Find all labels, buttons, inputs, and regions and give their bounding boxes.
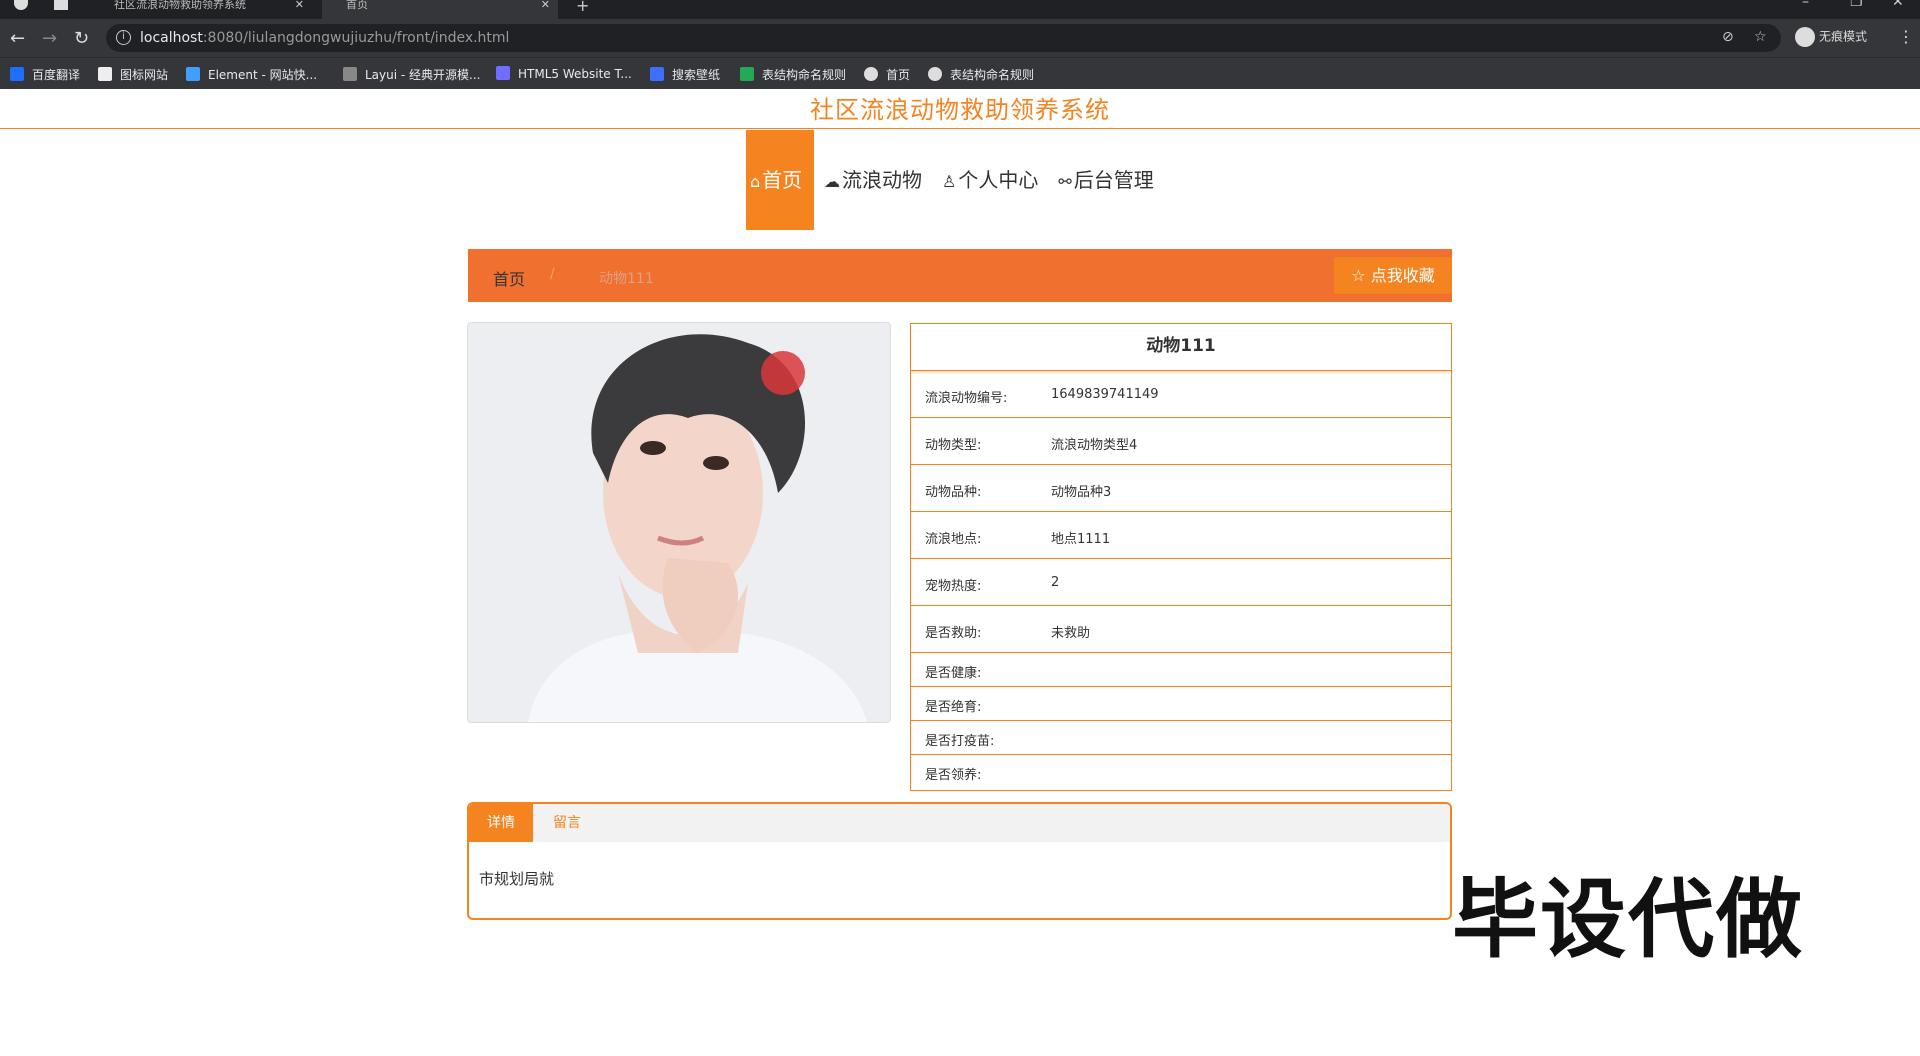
browser-tab-2[interactable]: 首页 ✕ [322, 0, 558, 19]
forward-icon[interactable]: → [42, 28, 57, 49]
browser-tab-1[interactable]: 社区流浪动物救助领养系统 ✕ [90, 0, 312, 19]
info-key: 是否绝育: [925, 700, 982, 715]
info-key: 是否救助: [925, 626, 982, 641]
bookmarks-bar: 百度翻译 图标网站 Element - 网站快... Layui - 经典开源模… [0, 57, 1920, 89]
user-icon: ♙ [942, 172, 957, 191]
wallpaper-icon [650, 67, 664, 81]
info-row: 流浪动物编号: 1649839741149 [911, 371, 1451, 418]
bookmark-item[interactable]: 表结构命名规则 [740, 66, 846, 83]
browser-tab-bar: 社区流浪动物救助领养系统 ✕ 首页 ✕ + – ❐ ✕ [0, 0, 1920, 19]
info-key: 宠物热度: [925, 579, 982, 594]
site-info-icon[interactable]: i [116, 30, 131, 45]
info-key: 是否打疫苗: [925, 734, 995, 749]
detail-tabs-panel: 详情 留言 市规划局就 [467, 802, 1452, 920]
bookmark-icon [10, 67, 24, 81]
tab-comments[interactable]: 留言 [533, 804, 601, 842]
tabs-header: 详情 留言 [469, 804, 1450, 842]
incognito-label: 无痕模式 [1819, 29, 1868, 44]
address-bar: ← → ↻ i localhost:8080/liulangdongwujiuz… [0, 19, 1920, 57]
back-icon[interactable]: ← [10, 28, 25, 49]
info-value: 2 [1051, 575, 1060, 590]
tab-title: 首页 [346, 0, 368, 11]
url-input[interactable]: i localhost:8080/liulangdongwujiuzhu/fro… [106, 24, 1781, 52]
info-key: 是否健康: [925, 666, 982, 681]
chrome-logo-icon [14, 0, 28, 10]
globe-icon [928, 67, 942, 81]
info-key: 动物品种: [925, 485, 982, 500]
star-icon[interactable]: ☆ [1754, 29, 1767, 45]
info-key: 流浪动物编号: [925, 391, 1008, 406]
tab-details[interactable]: 详情 [469, 804, 533, 842]
info-row: 动物品种: 动物品种3 [911, 465, 1451, 512]
detail-content: 市规划局就 [479, 870, 555, 888]
main-nav: ⌂ 首页 ☁ 流浪动物 ♙ 个人中心 ⚯ 后台管理 [746, 130, 1164, 230]
nav-item-home[interactable]: ⌂ 首页 [746, 130, 814, 230]
browser-menu-icon[interactable]: ⋮ [1898, 27, 1914, 46]
info-row: 是否健康: [911, 653, 1451, 687]
info-row: 是否领养: [911, 755, 1451, 789]
home-icon: ⌂ [750, 172, 761, 191]
info-row: 是否绝育: [911, 687, 1451, 721]
info-value: 动物品种3 [1051, 485, 1112, 500]
animal-info-table: 动物111 流浪动物编号: 1649839741149 动物类型: 流浪动物类型4 … [910, 323, 1452, 791]
portrait-image [468, 323, 890, 722]
layui-icon [343, 67, 357, 81]
nav-item-personal-center[interactable]: ♙ 个人中心 [932, 130, 1048, 230]
breadcrumb-separator: / [550, 266, 555, 282]
bookmark-item[interactable]: 表结构命名规则 [928, 66, 1034, 83]
page-content: 社区流浪动物救助领养系统 ⌂ 首页 ☁ 流浪动物 ♙ 个人中心 ⚯ 后台管理 首页 / … [0, 89, 1920, 1056]
flag-icon [98, 67, 112, 81]
bookmark-item[interactable]: 搜索壁纸 [650, 66, 720, 83]
tab-title: 社区流浪动物救助领养系统 [114, 0, 246, 11]
link-icon: ⚯ [1058, 172, 1072, 191]
favorite-button[interactable]: ☆ 点我收藏 [1334, 257, 1452, 294]
close-tab-icon[interactable]: ✕ [541, 0, 550, 10]
info-value: 地点1111 [1051, 532, 1111, 547]
animal-photo [467, 322, 891, 723]
bookmark-item[interactable]: 首页 [864, 66, 910, 83]
animal-name: 动物111 [911, 324, 1451, 371]
reload-icon[interactable]: ↻ [74, 28, 89, 49]
bookmark-item[interactable]: Layui - 经典开源模... [343, 66, 480, 83]
info-value: 1649839741149 [1051, 387, 1159, 402]
nav-item-admin[interactable]: ⚯ 后台管理 [1048, 130, 1163, 230]
new-tab-icon[interactable]: + [576, 0, 589, 15]
sheet-icon [740, 67, 754, 81]
site-title: 社区流浪动物救助领养系统 [810, 96, 1110, 124]
info-row: 是否救助: 未救助 [911, 606, 1451, 653]
breadcrumb-current: 动物111 [599, 271, 654, 287]
bookmark-item[interactable]: HTML5 Website T... [496, 66, 632, 81]
close-tab-icon[interactable]: ✕ [295, 0, 304, 10]
info-row: 是否打疫苗: [911, 721, 1451, 755]
info-value: 流浪动物类型4 [1051, 438, 1138, 453]
bookmark-item[interactable]: 图标网站 [98, 66, 168, 83]
info-row: 动物类型: 流浪动物类型4 [911, 418, 1451, 465]
element-icon [186, 67, 200, 81]
site-header: 社区流浪动物救助领养系统 [0, 89, 1920, 129]
bookmark-item[interactable]: 百度翻译 [10, 66, 80, 83]
info-value: 未救助 [1051, 626, 1091, 641]
maximize-icon[interactable]: ❐ [1850, 0, 1863, 10]
window-icon [54, 0, 68, 10]
info-key: 流浪地点: [925, 532, 982, 547]
eye-off-icon[interactable]: ⊘ [1722, 29, 1734, 45]
globe-icon [864, 67, 878, 81]
cloud-icon: ☁ [824, 172, 840, 191]
html5-icon [496, 66, 510, 80]
incognito-indicator[interactable]: 无痕模式 [1795, 27, 1867, 47]
breadcrumb-home[interactable]: 首页 [493, 266, 525, 290]
close-window-icon[interactable]: ✕ [1892, 0, 1904, 10]
breadcrumb: 首页 / 动物111 ☆ 点我收藏 [468, 249, 1452, 302]
minimize-icon[interactable]: – [1802, 0, 1809, 10]
info-row: 宠物热度: 2 [911, 559, 1451, 606]
bookmark-item[interactable]: Element - 网站快... [186, 66, 317, 83]
info-row: 流浪地点: 地点1111 [911, 512, 1451, 559]
incognito-icon [1795, 27, 1815, 47]
watermark-text: 毕设代做 [1452, 870, 1804, 970]
url-text: localhost:8080/liulangdongwujiuzhu/front… [140, 30, 510, 46]
info-key: 动物类型: [925, 438, 982, 453]
nav-item-stray-animals[interactable]: ☁ 流浪动物 [814, 130, 932, 230]
info-key: 是否领养: [925, 768, 982, 783]
